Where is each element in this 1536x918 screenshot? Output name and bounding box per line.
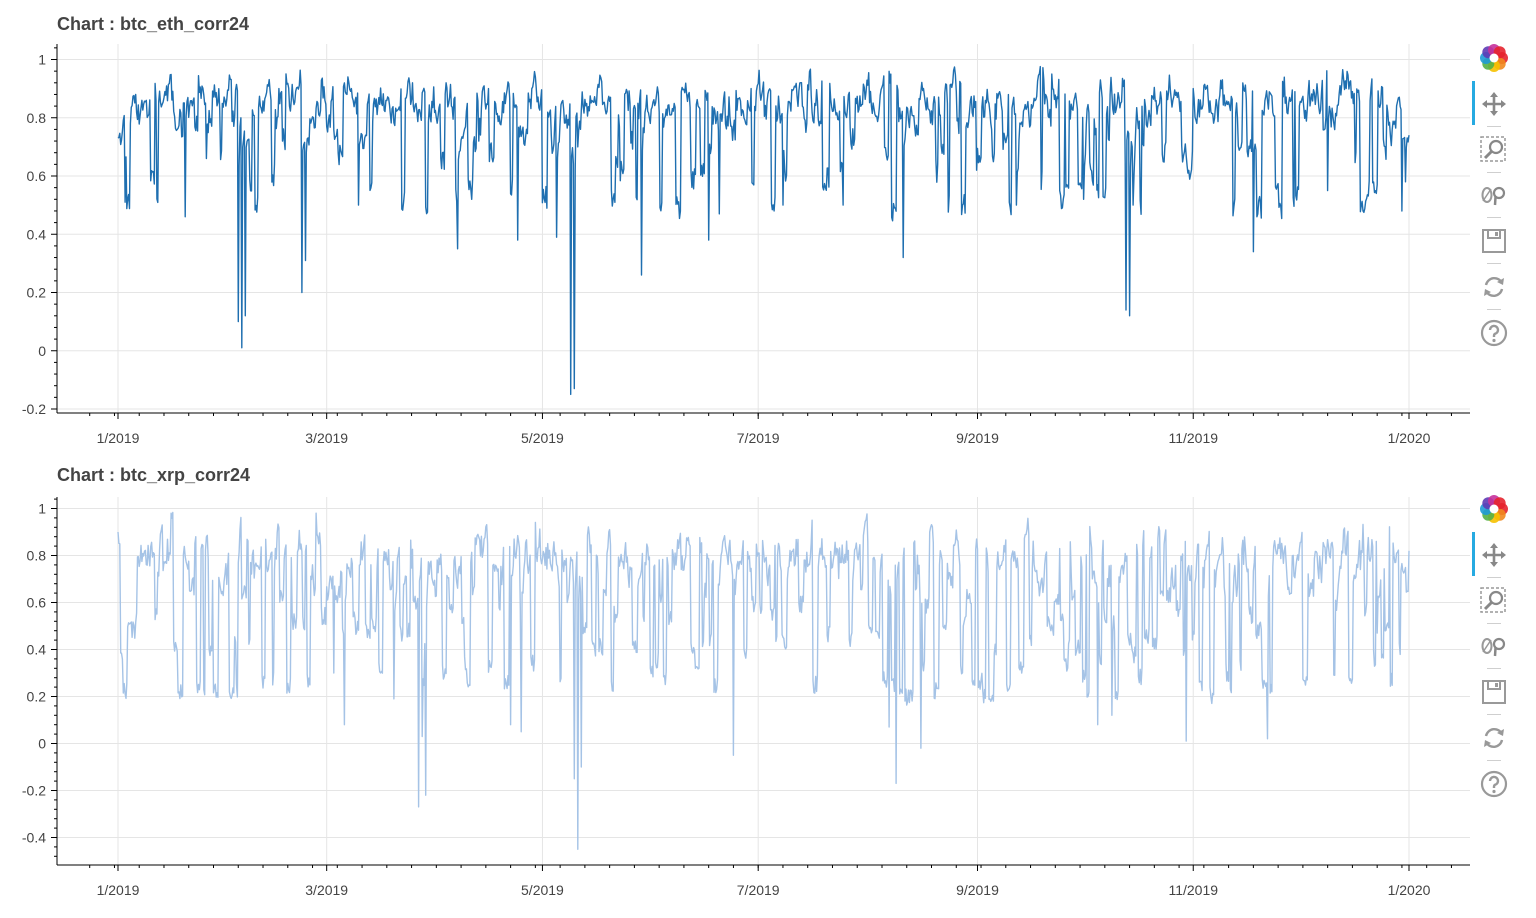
y-tick-label: 0.8 xyxy=(27,110,47,126)
series-line-0 xyxy=(117,511,1410,850)
help-icon[interactable] xyxy=(1472,313,1516,353)
bokeh-logo-icon[interactable] xyxy=(1472,38,1516,78)
reset-icon[interactable] xyxy=(1472,267,1516,307)
x-tick-label: 9/2019 xyxy=(956,430,999,446)
y-tick-label: 1 xyxy=(38,501,46,517)
y-tick-label: -0.4 xyxy=(22,830,46,846)
toolbar-separator xyxy=(1487,309,1501,310)
x-tick-label: 3/2019 xyxy=(305,882,348,898)
pan-icon[interactable] xyxy=(1472,84,1516,124)
reset-icon[interactable] xyxy=(1472,718,1516,758)
y-tick-label: 0.2 xyxy=(27,285,47,301)
save-icon[interactable] xyxy=(1472,672,1516,712)
series-line-0 xyxy=(117,65,1410,396)
x-tick-label: 1/2019 xyxy=(97,882,140,898)
toolbar-separator xyxy=(1487,623,1501,624)
bokeh-logo-icon[interactable] xyxy=(1472,489,1516,529)
y-tick-label: 0.6 xyxy=(27,595,47,611)
y-tick-label: -0.2 xyxy=(22,783,46,799)
chart-plot-btc-eth[interactable]: 1 0.8 0.6 0.4 0.2 0 -0.2 1/2019 3/2019 5/2019 7/20… xyxy=(0,0,1470,455)
chart-panel-btc-xrp: Chart : btc_xrp_corr24 1 0.8 0.6 0.4 0.2 0 -0.… xyxy=(0,455,1536,918)
toolbar-separator xyxy=(1487,172,1501,173)
y-tick-label: 0 xyxy=(38,343,46,359)
toolbar-separator xyxy=(1487,577,1501,578)
chart-toolbar xyxy=(1472,489,1518,809)
chart-toolbar xyxy=(1472,38,1518,358)
x-tick-label: 1/2020 xyxy=(1388,882,1431,898)
x-tick-label: 1/2020 xyxy=(1388,430,1431,446)
box-zoom-icon[interactable] xyxy=(1472,581,1516,621)
toolbar-separator xyxy=(1487,714,1501,715)
y-tick-label: 0.6 xyxy=(27,168,47,184)
x-tick-label: 5/2019 xyxy=(521,882,564,898)
x-tick-label: 7/2019 xyxy=(737,882,780,898)
save-icon[interactable] xyxy=(1472,221,1516,261)
y-tick-label: -0.2 xyxy=(22,401,46,417)
y-tick-label: 0.2 xyxy=(27,689,47,705)
toolbar-separator xyxy=(1487,668,1501,669)
toolbar-separator xyxy=(1487,126,1501,127)
toolbar-separator xyxy=(1487,217,1501,218)
y-tick-label: 0.4 xyxy=(27,642,47,658)
chart-plot-btc-xrp[interactable]: 1 0.8 0.6 0.4 0.2 0 -0.2 -0.4 1/2019 3/2019 5/2019… xyxy=(0,455,1470,918)
wheel-zoom-icon[interactable] xyxy=(1472,626,1516,666)
y-tick-label: 1 xyxy=(38,52,46,68)
x-tick-label: 3/2019 xyxy=(305,430,348,446)
x-tick-label: 5/2019 xyxy=(521,430,564,446)
toolbar-separator xyxy=(1487,263,1501,264)
chart-panel-btc-eth: Chart : btc_eth_corr24 1 0.8 0.6 0.4 0.2 0 -0.… xyxy=(0,0,1536,455)
y-tick-label: 0 xyxy=(38,736,46,752)
x-tick-label: 11/2019 xyxy=(1168,882,1218,898)
x-tick-label: 11/2019 xyxy=(1168,430,1218,446)
help-icon[interactable] xyxy=(1472,764,1516,804)
x-tick-label: 9/2019 xyxy=(956,882,999,898)
y-tick-label: 0.4 xyxy=(27,226,47,242)
wheel-zoom-icon[interactable] xyxy=(1472,175,1516,215)
toolbar-separator xyxy=(1487,760,1501,761)
active-tool-indicator xyxy=(1472,532,1475,576)
active-tool-indicator xyxy=(1472,81,1475,125)
x-tick-label: 7/2019 xyxy=(737,430,780,446)
box-zoom-icon[interactable] xyxy=(1472,130,1516,170)
x-tick-label: 1/2019 xyxy=(97,430,140,446)
y-tick-label: 0.8 xyxy=(27,548,47,564)
pan-icon[interactable] xyxy=(1472,535,1516,575)
